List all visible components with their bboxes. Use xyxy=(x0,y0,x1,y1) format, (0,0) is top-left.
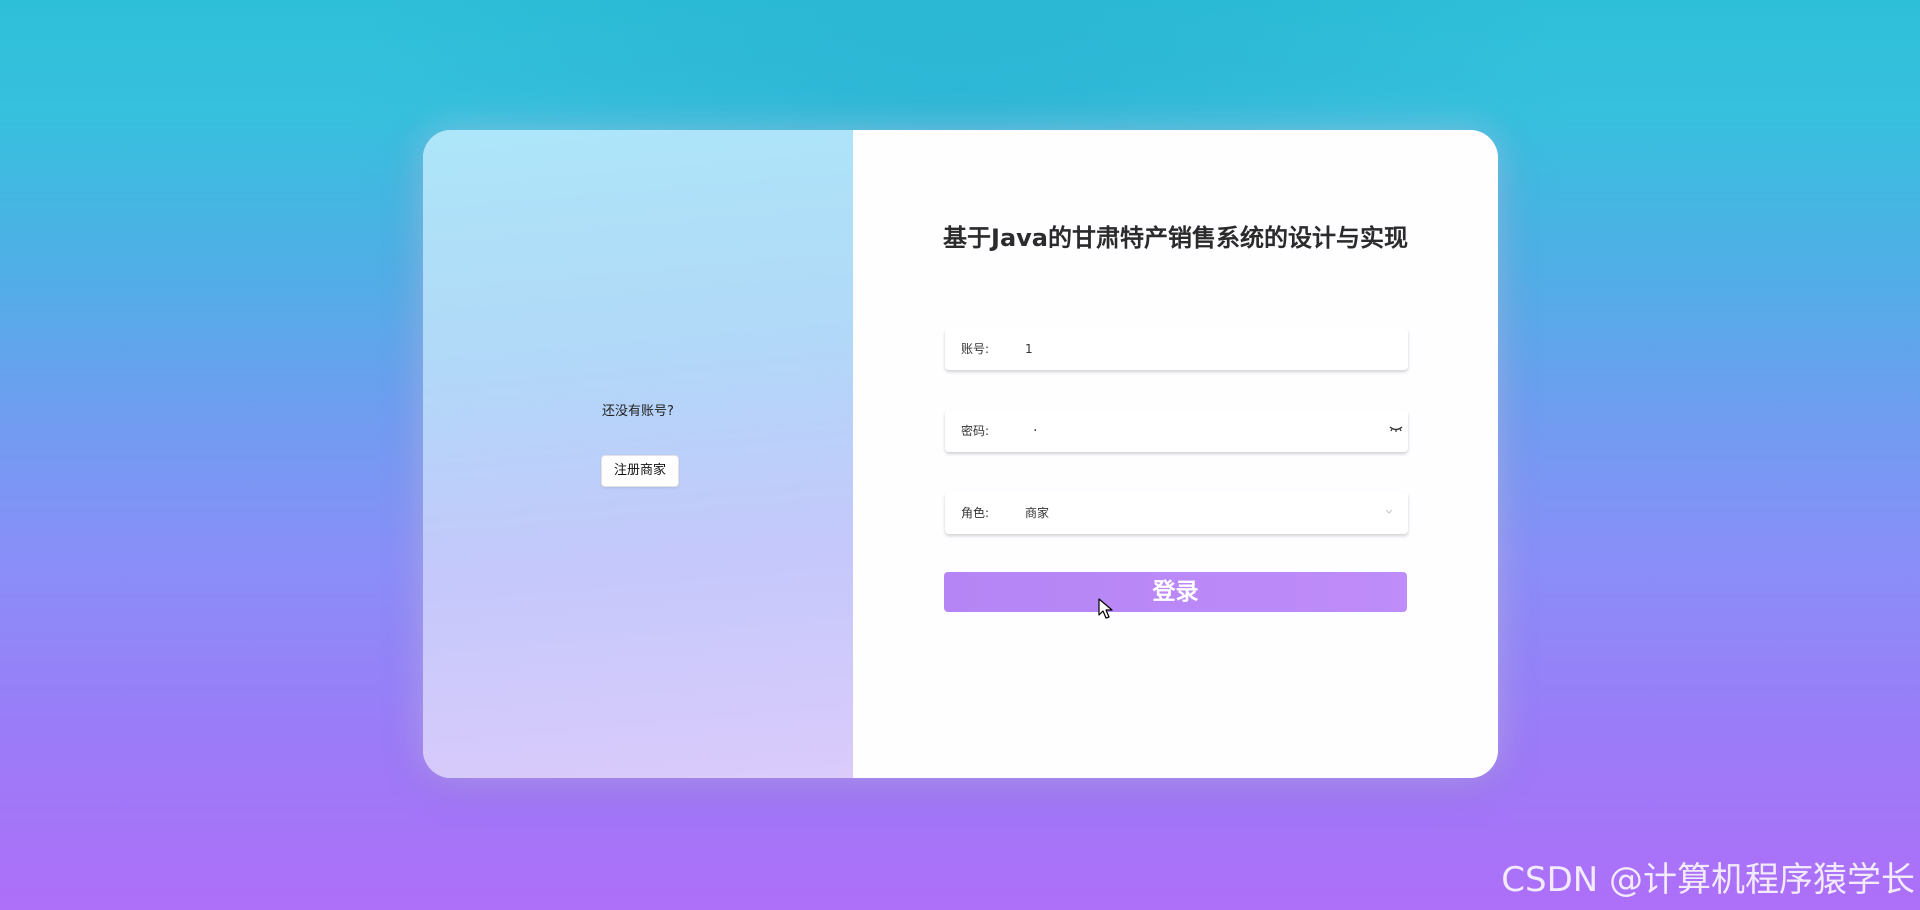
password-input[interactable]: · xyxy=(1033,410,1037,452)
chevron-down-icon[interactable] xyxy=(1384,506,1394,516)
no-account-prompt: 还没有账号? xyxy=(602,404,674,419)
login-card: 还没有账号? 注册商家 基于Java的甘肃特产销售系统的设计与实现 xyxy=(423,130,1498,778)
login-button[interactable]: 登录 xyxy=(944,572,1407,612)
account-label: 账号: xyxy=(961,342,990,356)
eye-closed-icon[interactable] xyxy=(1388,420,1404,436)
system-title: 基于Java的甘肃特产销售系统的设计与实现 xyxy=(943,224,1408,252)
role-label: 角色: xyxy=(961,506,990,520)
role-field[interactable]: 角色: 商家 xyxy=(945,492,1408,534)
account-input[interactable]: 1 xyxy=(1025,328,1033,370)
password-field[interactable]: 密码: · xyxy=(945,410,1408,452)
account-field[interactable]: 账号: 1 xyxy=(945,328,1408,370)
register-merchant-button[interactable]: 注册商家 xyxy=(601,455,679,487)
mouse-cursor-icon xyxy=(1098,598,1113,619)
password-label: 密码: xyxy=(961,424,990,438)
register-panel: 还没有账号? 注册商家 xyxy=(423,130,853,778)
login-panel: 基于Java的甘肃特产销售系统的设计与实现 xyxy=(853,130,1498,778)
role-select-value[interactable]: 商家 xyxy=(1025,492,1049,534)
csdn-watermark: CSDN @计算机程序猿学长 xyxy=(1501,860,1915,900)
